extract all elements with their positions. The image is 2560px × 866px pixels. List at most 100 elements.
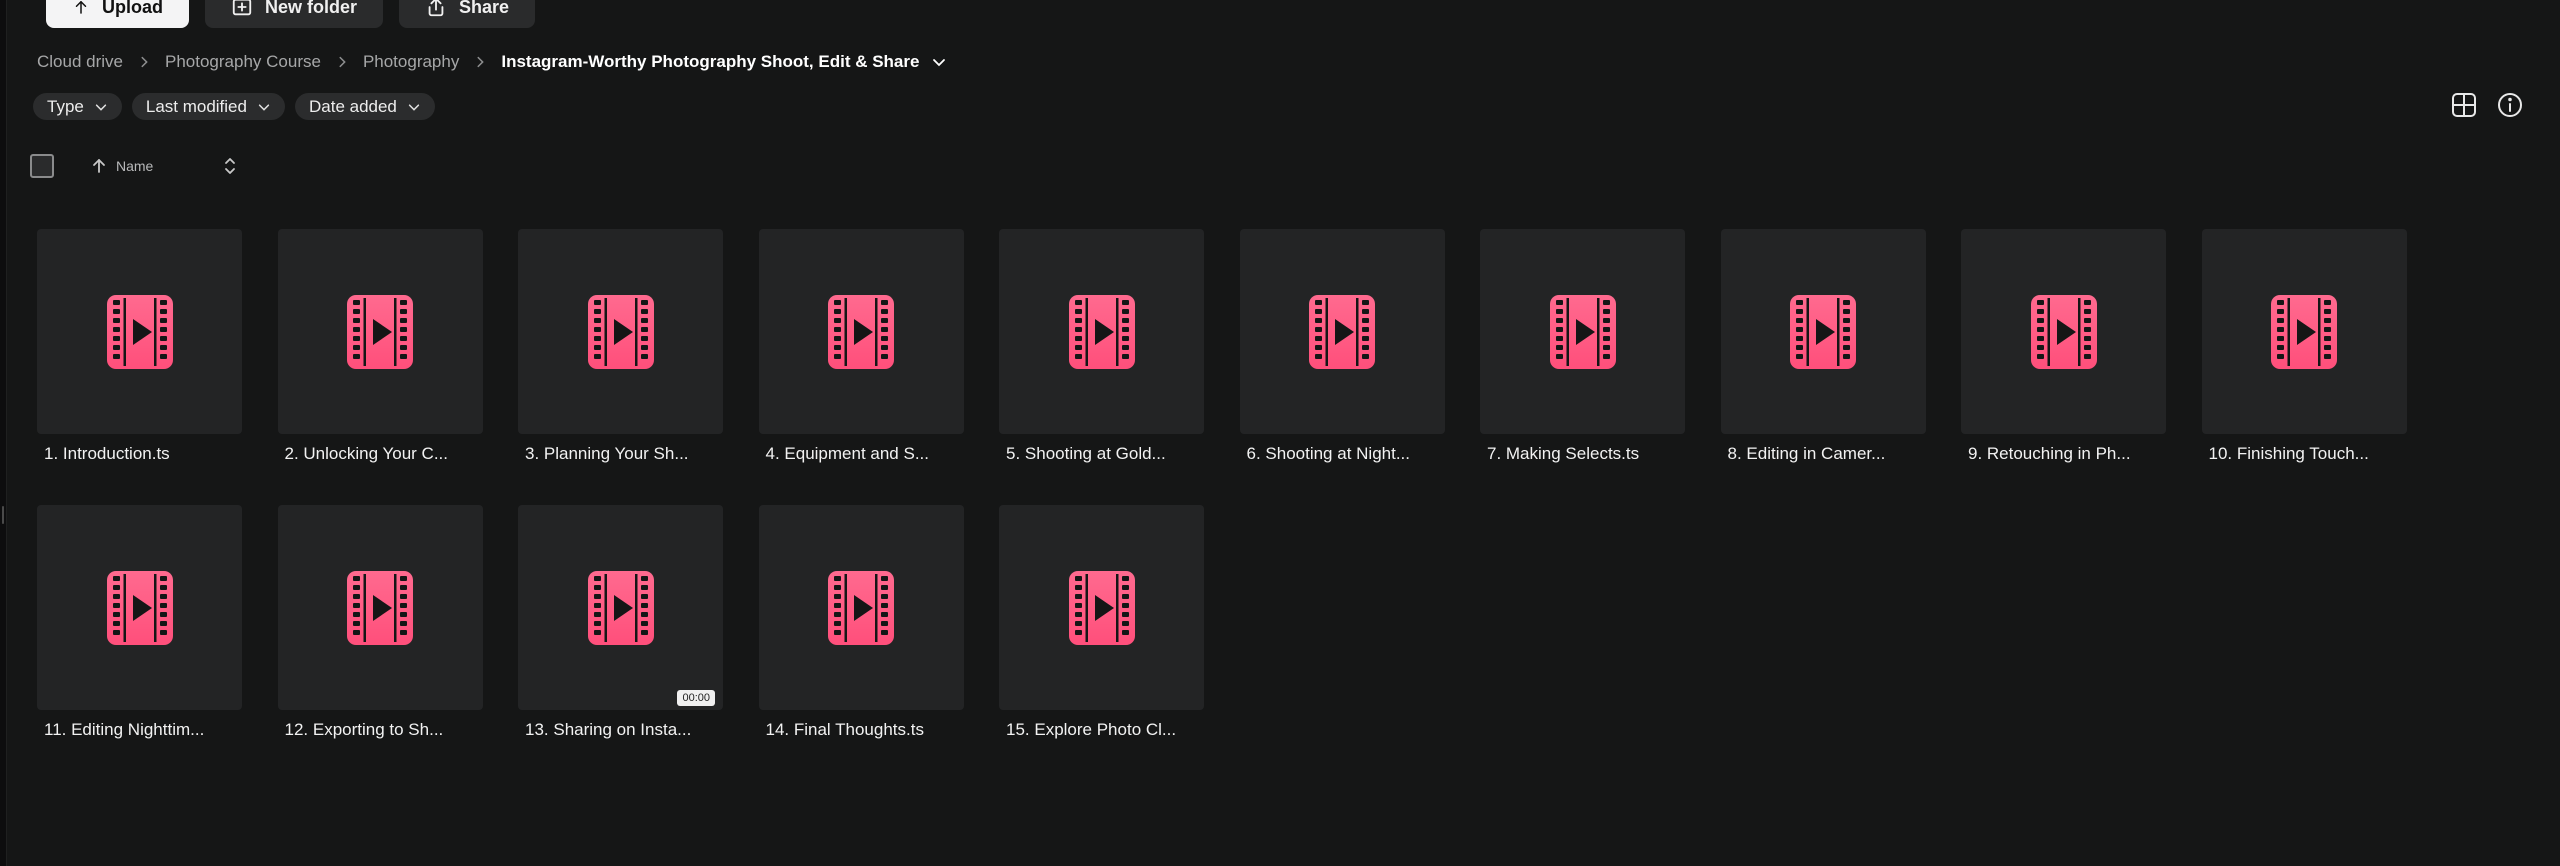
- file-name: 1. Introduction.ts: [44, 444, 170, 463]
- file-tile[interactable]: 00:00 13. Sharing on Insta...: [518, 505, 723, 740]
- arrow-up-icon[interactable]: [90, 157, 108, 175]
- video-file-icon: [587, 570, 654, 645]
- file-thumbnail[interactable]: [999, 229, 1204, 434]
- file-thumbnail[interactable]: [1720, 229, 1926, 434]
- file-tile[interactable]: 7. Making Selects.ts: [1480, 229, 1685, 464]
- new-folder-icon: [232, 0, 252, 16]
- video-file-icon: [106, 570, 173, 645]
- filter-bar: Type Last modified Date added: [33, 93, 435, 120]
- file-tile[interactable]: 1. Introduction.ts: [37, 229, 242, 464]
- file-thumbnail[interactable]: [758, 229, 964, 434]
- share-button[interactable]: Share: [399, 0, 536, 28]
- file-tile[interactable]: 14. Final Thoughts.ts: [758, 505, 964, 740]
- select-all-checkbox[interactable]: [30, 154, 54, 178]
- file-thumbnail[interactable]: [2201, 229, 2407, 434]
- file-name: 6. Shooting at Night...: [1246, 444, 1411, 463]
- view-controls: [2450, 91, 2524, 119]
- file-name: 2. Unlocking Your C...: [284, 444, 448, 463]
- file-name: 10. Finishing Touch...: [2208, 444, 2369, 463]
- file-thumbnail[interactable]: [999, 505, 1204, 710]
- video-file-icon: [1549, 294, 1616, 369]
- file-name: 5. Shooting at Gold...: [1006, 444, 1166, 463]
- video-file-icon: [2030, 294, 2097, 369]
- file-thumbnail[interactable]: [1480, 229, 1685, 434]
- video-file-icon: [347, 294, 413, 369]
- chevron-right-icon: [339, 56, 346, 68]
- file-thumbnail[interactable]: 00:00: [518, 505, 723, 710]
- file-thumbnail[interactable]: [37, 229, 242, 434]
- video-file-icon: [828, 294, 894, 369]
- video-file-icon: [2271, 294, 2337, 369]
- file-name: 12. Exporting to Sh...: [284, 720, 444, 739]
- file-name: 11. Editing Nighttim...: [44, 720, 205, 739]
- breadcrumb-item-photography-course[interactable]: Photography Course: [165, 52, 321, 72]
- info-icon[interactable]: [2496, 91, 2524, 119]
- file-tile[interactable]: 15. Explore Photo Cl...: [999, 505, 1204, 740]
- grid-view-icon[interactable]: [2450, 91, 2478, 119]
- video-file-icon: [1790, 294, 1856, 369]
- video-file-icon: [1309, 294, 1375, 369]
- share-icon: [428, 0, 444, 17]
- filter-date-added-dropdown[interactable]: Date added: [294, 93, 435, 120]
- video-file-icon: [106, 294, 173, 369]
- file-thumbnail[interactable]: [1239, 229, 1445, 434]
- video-file-icon: [587, 294, 654, 369]
- upload-label: Upload: [102, 0, 163, 17]
- sidebar-resize-handle[interactable]: [2, 506, 4, 524]
- file-tile[interactable]: 3. Planning Your Sh...: [518, 229, 723, 464]
- file-thumbnail[interactable]: [758, 505, 964, 710]
- file-name: 4. Equipment and S...: [765, 444, 930, 463]
- file-name: 13. Sharing on Insta...: [525, 720, 692, 739]
- file-tile[interactable]: 12. Exporting to Sh...: [277, 505, 483, 740]
- upload-button[interactable]: Upload: [46, 0, 189, 28]
- breadcrumb-item-current-folder[interactable]: Instagram-Worthy Photography Shoot, Edit…: [501, 52, 919, 72]
- file-tile[interactable]: 4. Equipment and S...: [758, 229, 964, 464]
- filter-last-modified-dropdown[interactable]: Last modified: [131, 93, 285, 120]
- sort-row: Name: [30, 152, 238, 180]
- chevron-down-icon: [258, 103, 270, 111]
- file-thumbnail[interactable]: [277, 229, 483, 434]
- duration-badge: 00:00: [677, 690, 715, 706]
- video-file-icon: [828, 570, 894, 645]
- breadcrumb-item-cloud-drive[interactable]: Cloud drive: [37, 52, 123, 72]
- sidebar-edge: [0, 0, 7, 866]
- share-label: Share: [459, 0, 510, 17]
- filter-type-label: Type: [47, 96, 84, 116]
- new-folder-button[interactable]: New folder: [205, 0, 384, 28]
- file-name: 14. Final Thoughts.ts: [765, 720, 924, 739]
- file-tile[interactable]: 8. Editing in Camer...: [1720, 229, 1926, 464]
- toolbar: Upload New folder Share: [46, 0, 536, 28]
- cloud-drive-page: Upload New folder Share Cloud drive Phot…: [0, 0, 2560, 866]
- filter-last-modified-label: Last modified: [145, 96, 247, 116]
- chevron-down-icon[interactable]: [931, 54, 947, 70]
- file-tile[interactable]: 2. Unlocking Your C...: [277, 229, 483, 464]
- file-thumbnail[interactable]: [1961, 229, 2166, 434]
- file-name: 8. Editing in Camer...: [1727, 444, 1886, 463]
- video-file-icon: [1068, 570, 1135, 645]
- sort-toggle-icon[interactable]: [222, 157, 238, 175]
- file-name: 9. Retouching in Ph...: [1968, 444, 2131, 463]
- file-tile[interactable]: 5. Shooting at Gold...: [999, 229, 1204, 464]
- upload-icon: [75, 0, 87, 14]
- file-tile[interactable]: 11. Editing Nighttim...: [37, 505, 242, 740]
- file-name: 7. Making Selects.ts: [1487, 444, 1640, 463]
- file-thumbnail[interactable]: [518, 229, 723, 434]
- file-tile[interactable]: 9. Retouching in Ph...: [1961, 229, 2166, 464]
- sort-name-label[interactable]: Name: [116, 158, 216, 174]
- video-file-icon: [347, 570, 413, 645]
- chevron-down-icon: [95, 103, 107, 111]
- filter-date-added-label: Date added: [308, 96, 397, 116]
- chevron-right-icon: [141, 56, 148, 68]
- file-name: 3. Planning Your Sh...: [525, 444, 689, 463]
- file-tile[interactable]: 6. Shooting at Night...: [1239, 229, 1445, 464]
- filter-type-dropdown[interactable]: Type: [33, 93, 122, 120]
- file-thumbnail[interactable]: [277, 505, 483, 710]
- chevron-right-icon: [477, 56, 485, 68]
- file-thumbnail[interactable]: [37, 505, 242, 710]
- breadcrumb: Cloud drive Photography Course Photograp…: [37, 50, 947, 74]
- video-file-icon: [1068, 294, 1135, 369]
- file-tile[interactable]: 10. Finishing Touch...: [2201, 229, 2407, 464]
- new-folder-label: New folder: [265, 0, 358, 17]
- breadcrumb-item-photography[interactable]: Photography: [363, 52, 459, 72]
- chevron-down-icon: [408, 103, 420, 111]
